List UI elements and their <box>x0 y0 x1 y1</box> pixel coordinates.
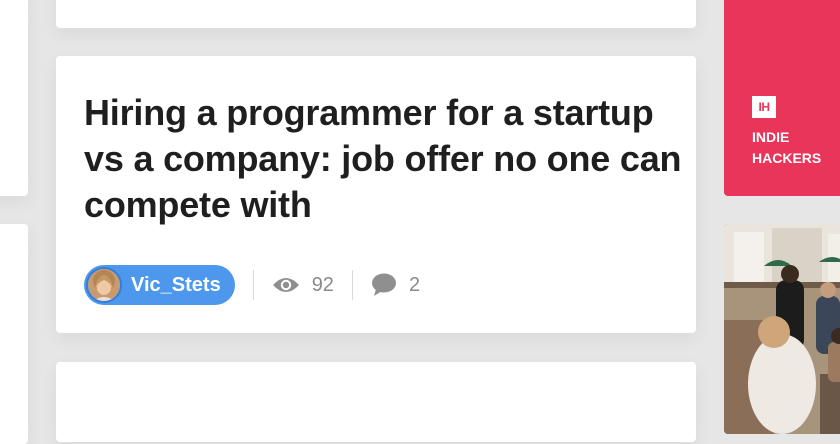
views-number: 92 <box>311 273 334 296</box>
post-card[interactable]: Hiring a programmer for a startup vs a c… <box>56 56 696 333</box>
promo-photo[interactable] <box>724 224 840 434</box>
indie-hackers-promo[interactable]: IH INDIE HACKERS <box>724 0 840 196</box>
divider <box>252 270 254 300</box>
eye-icon <box>272 275 300 295</box>
indie-hackers-logo-icon: IH <box>752 96 776 118</box>
promo-label: INDIE HACKERS <box>752 129 822 166</box>
post-title[interactable]: Hiring a programmer for a startup vs a c… <box>84 90 684 228</box>
comments-count[interactable]: 2 <box>371 273 420 297</box>
post-card-next[interactable] <box>56 362 696 442</box>
speech-bubble-icon <box>371 273 397 297</box>
post-card-previous[interactable] <box>56 0 696 28</box>
author-badge[interactable]: Vic_Stets <box>84 265 235 305</box>
post-meta: Vic_Stets 92 2 <box>84 264 420 306</box>
post-card-left-bottom[interactable] <box>0 224 28 444</box>
comments-number: 2 <box>408 273 421 296</box>
author-name: Vic_Stets <box>131 273 221 296</box>
post-card-left-top[interactable] <box>0 0 28 196</box>
divider <box>351 270 353 300</box>
views-count: 92 <box>272 274 334 297</box>
avatar <box>86 267 122 303</box>
